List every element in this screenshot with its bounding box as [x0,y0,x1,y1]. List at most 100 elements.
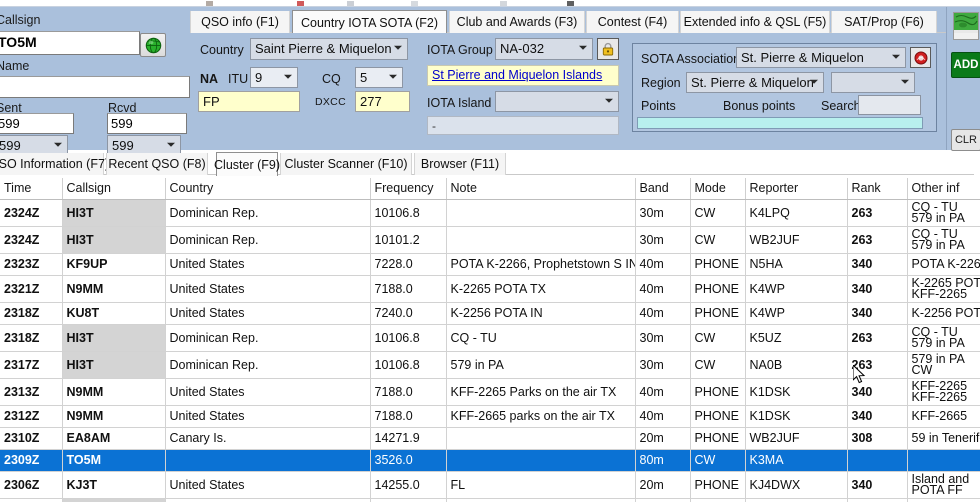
col-callsign[interactable]: Callsign [62,178,166,200]
table-row[interactable]: 2317Z HI3T Dominican Rep. 10106.8 579 in PA 3… [0,351,980,379]
callsign-lookup-button[interactable] [140,33,166,57]
tab-label: QSO Information (F7) [0,157,110,171]
table-row[interactable]: 2310Z EA8AM Canary Is. 14271.9 20m PHONE WB2JU… [0,427,980,450]
add-qso-button[interactable]: ADD [951,52,980,78]
iota-group-link-row[interactable]: St Pierre and Miquelon Islands [427,65,619,86]
tab-contest[interactable]: Contest (F4) [586,11,679,33]
col-time[interactable]: Time [0,178,63,200]
toolbar-icon-2[interactable] [297,1,304,6]
cell-time: 2318Z [0,324,63,352]
dxcc-field[interactable]: 277 [355,91,410,112]
cell-band: 17m [635,498,691,502]
tab-recent-qso[interactable]: Recent QSO (F8) [106,153,208,175]
cell-mode: PHONE [690,471,746,499]
cell-other-line2: 579 in PA [911,335,965,350]
tab-label: Cluster (F9) [214,157,280,172]
cell-mode: CW [690,449,746,472]
cell-band: 40m [635,302,691,325]
table-row[interactable]: 2324Z HI3T Dominican Rep. 10106.8 30m CW K4LPQ… [0,199,980,227]
clear-button[interactable]: CLR [951,129,980,151]
cell-country: Dominican Rep. [165,324,371,352]
cell-country: United States [165,275,371,303]
cell-rank: 263 [847,226,908,254]
cell-reporter: K5AV [745,498,848,502]
sent-rst-input[interactable]: 599 [0,113,74,134]
cell-country: United States [165,471,371,499]
callsign-input[interactable]: TO5M [0,31,140,55]
tab-qso-info[interactable]: QSO info (F1) [190,11,290,33]
cell-note: CQ [446,498,636,502]
table-row[interactable]: 2305ZVK2BJAustralia18076.0CQ17mCWK5AV298… [0,498,980,502]
iota-group-select[interactable]: NA-032 [495,38,593,60]
chevron-down-icon [394,45,403,52]
tab-browser[interactable]: Browser (F11) [414,153,506,175]
cluster-spot-table[interactable]: Time Callsign Country Frequency Note Ban… [0,178,980,502]
tab-cluster-scanner[interactable]: Cluster Scanner (F10) [280,153,412,175]
table-row[interactable]: 2306Z KJ3T United States 14255.0 FL 20m PHONE K… [0,471,980,499]
cell-time: 2317Z [0,351,63,379]
toolbar-icon-1[interactable] [206,1,213,6]
table-row[interactable]: 2321Z N9MM United States 7188.0 K-2265 POTA … [0,275,980,303]
table-row[interactable]: 2318Z HI3T Dominican Rep. 10106.8 CQ - TU 30m… [0,324,980,352]
table-row[interactable]: 2309Z TO5M 3526.0 80m CW K3MA [0,449,980,472]
itu-zone-select[interactable]: 9 [250,67,298,88]
cell-other-line2: 579 in PA [911,237,965,252]
sota-region-secondary-select[interactable] [831,72,915,93]
toolbar-icon-5[interactable] [500,1,507,6]
table-row[interactable]: 2323Z KF9UP United States 7228.0 POTA K-2266… [0,253,980,276]
toolbar-icon-6[interactable] [567,1,574,6]
cell-mode: PHONE [690,378,746,406]
sota-lookup-button[interactable] [910,47,931,68]
sota-association-select[interactable]: St. Pierre & Miquelon [736,47,906,68]
cell-mode: PHONE [690,302,746,325]
map-lookup-button[interactable] [953,12,979,40]
col-country[interactable]: Country [165,178,371,200]
cell-mode: PHONE [690,405,746,428]
iota-group-link[interactable]: St Pierre and Miquelon Islands [432,68,602,82]
prefix-field[interactable]: FP [198,91,300,112]
sota-search-input[interactable] [858,95,921,115]
tab-sat-prop[interactable]: SAT/Prop (F6) [831,11,937,33]
sota-region-select[interactable]: St. Pierre & Miquelon [686,72,824,93]
tab-label: Browser (F11) [420,157,500,171]
tab-cluster[interactable]: Cluster (F9) [214,152,280,176]
table-row[interactable]: 2313Z N9MM United States 7188.0 KFF-2265 Par… [0,378,980,406]
iota-lock-button[interactable] [597,38,619,60]
cell-other: K-2256 POTA [907,302,980,325]
cell-other: CQ [907,498,980,502]
tab-country-iota-sota[interactable]: Country IOTA SOTA (F2) [292,10,447,34]
col-mode[interactable]: Mode [690,178,746,200]
col-frequency[interactable]: Frequency [370,178,447,200]
sota-summit-result-bar [637,117,923,129]
cell-frequency: 3526.0 [370,449,447,472]
cell-time: 2310Z [0,427,63,450]
col-other-info[interactable]: Other inf [907,178,980,200]
itu-label: ITU [228,72,249,86]
cell-callsign: KU8T [62,302,166,325]
col-rank[interactable]: Rank [847,178,908,200]
cq-zone-select[interactable]: 5 [355,67,403,88]
country-iota-panel: Country Saint Pierre & Miquelon NA ITU 9… [190,33,630,150]
cell-reporter: K3MA [745,449,848,472]
table-row[interactable]: 2324Z HI3T Dominican Rep. 10101.2 30m CW WB2JU… [0,226,980,254]
country-select[interactable]: Saint Pierre & Miquelon [250,38,408,60]
cell-note: 579 in PA [446,351,636,379]
tab-club-and-awards[interactable]: Club and Awards (F3) [449,11,585,33]
col-band[interactable]: Band [635,178,691,200]
col-reporter[interactable]: Reporter [745,178,848,200]
table-row[interactable]: 2318Z KU8T United States 7240.0 K-2256 POTA … [0,302,980,325]
col-note[interactable]: Note [446,178,636,200]
toolbar-icon-4[interactable] [411,1,418,6]
toolbar-icon-3[interactable] [347,1,354,6]
iota-island-select[interactable] [495,91,619,112]
rcvd-rst-input[interactable]: 599 [107,113,187,134]
cell-time: 2324Z [0,199,63,227]
tab-label: Cluster Scanner (F10) [284,157,408,171]
name-input[interactable] [0,76,190,98]
cell-mode: CW [690,199,746,227]
table-row[interactable]: 2312Z N9MM United States 7188.0 KFF-2665 par… [0,405,980,428]
tab-qso-information[interactable]: QSO Information (F7) [0,153,109,175]
cell-frequency: 10106.8 [370,199,447,227]
cell-note [446,199,636,227]
tab-extended-info-qsl[interactable]: Extended info & QSL (F5) [680,11,830,33]
